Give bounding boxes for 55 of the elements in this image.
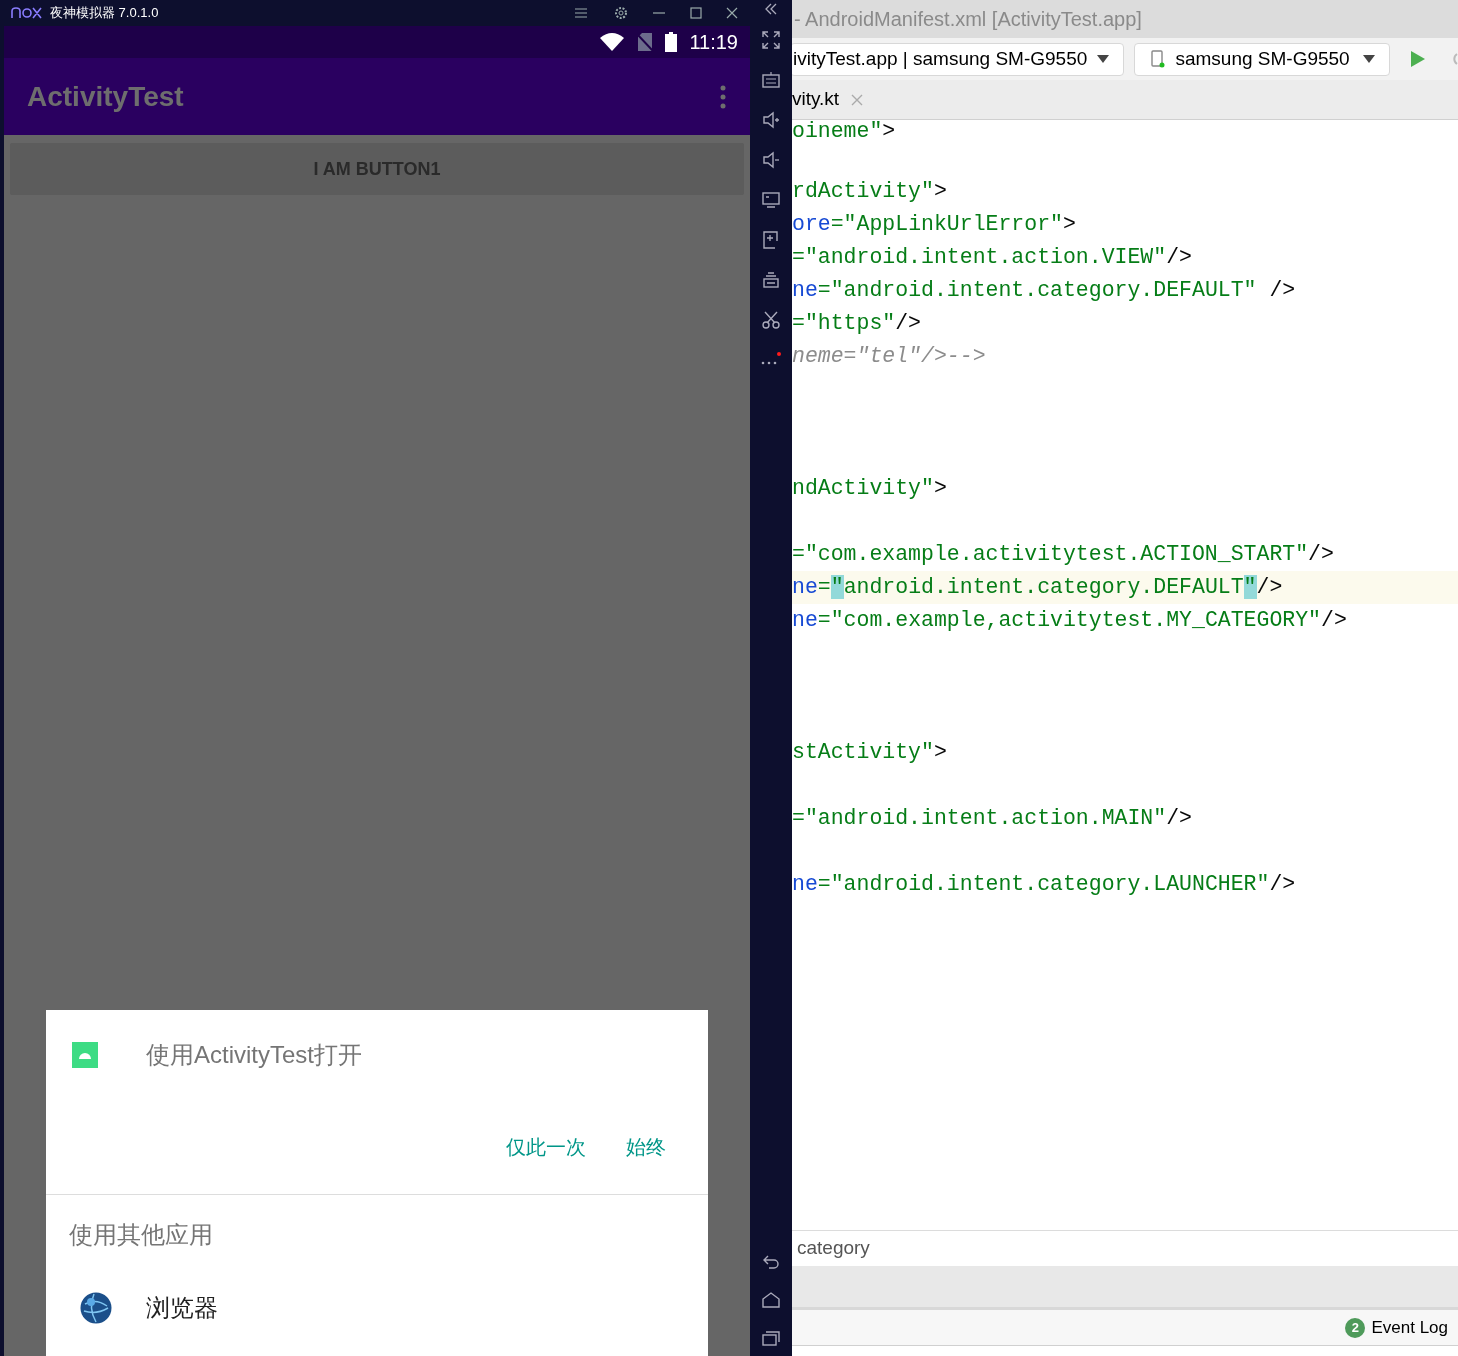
dialog-action-button[interactable]: 始终: [626, 1132, 666, 1162]
monitor-icon[interactable]: [762, 191, 780, 209]
event-log-button[interactable]: 2 Event Log: [1345, 1314, 1448, 1341]
dropdown-arrow-icon: [1363, 55, 1376, 63]
settings-icon[interactable]: [614, 6, 628, 20]
volume-down-icon[interactable]: [762, 151, 780, 169]
code-line: ne="com.example,activitytest.MY_CATEGORY"/>: [792, 607, 1348, 634]
window-title: 夜神模拟器 7.0.1.0: [50, 4, 159, 23]
globe-icon: [80, 1292, 112, 1324]
apk-install-icon[interactable]: [762, 231, 780, 249]
overflow-menu-icon[interactable]: [720, 84, 726, 109]
phone-icon: [1151, 50, 1166, 68]
app-title: ActivityTest: [27, 79, 185, 114]
android-app-icon: [72, 1042, 98, 1068]
code-line: ="android.intent.action.VIEW"/>: [792, 244, 1193, 271]
logo-icon: [10, 7, 42, 19]
search-field[interactable]: category: [797, 1234, 1197, 1263]
dialog-action-button[interactable]: 仅此一次: [506, 1132, 586, 1162]
recent-apps-icon[interactable]: [762, 1330, 780, 1346]
home-icon[interactable]: [762, 1292, 780, 1308]
dropdown-arrow-icon: [1097, 55, 1110, 63]
menu-icon[interactable]: [574, 7, 588, 19]
more-icon[interactable]: [761, 351, 781, 365]
fullscreen-icon[interactable]: [762, 31, 780, 49]
code-line: ="android.intent.action.MAIN"/>: [792, 805, 1193, 832]
close-icon[interactable]: [726, 7, 738, 19]
code-line: ="https"/>: [792, 310, 923, 337]
window-title: - AndroidManifest.xml [ActivityTest.app]: [794, 7, 1142, 32]
volume-up-icon[interactable]: [762, 111, 780, 129]
code-line: rdActivity">: [792, 178, 948, 205]
dialog-title: 使用ActivityTest打开: [146, 1040, 363, 1070]
run-configuration-dropdown[interactable]: ivityTest.app | samsung SM-G9550: [792, 42, 1125, 76]
clock: 11:19: [689, 30, 738, 55]
editor-tab[interactable]: vity.kt: [792, 80, 870, 119]
no-sim-icon: [637, 32, 654, 52]
app-list-item[interactable]: 浏览器: [46, 1270, 708, 1346]
collapse-icon[interactable]: [764, 3, 778, 15]
battery-icon: [665, 32, 678, 52]
device-dropdown[interactable]: samsung SM-G9550: [1134, 42, 1391, 76]
code-line: ndActivity">: [792, 475, 948, 502]
back-icon[interactable]: [762, 1254, 780, 1270]
code-line: ore="AppLinkUrlError">: [792, 211, 1077, 238]
code-line: oineme">: [792, 120, 897, 142]
section-heading: 使用其他应用: [69, 1221, 213, 1248]
stack-icon[interactable]: [762, 271, 780, 289]
wifi-icon: [599, 32, 626, 52]
code-line: ="com.example.activitytest.ACTION_START"/>: [792, 541, 1335, 568]
code-line: neme="tel"/>-->: [792, 343, 987, 370]
notification-count-badge: 2: [1345, 1317, 1366, 1338]
code-line: ne="android.intent.category.DEFAULT" />: [792, 277, 1297, 304]
code-line: ne="android.intent.category.LAUNCHER"/>: [792, 871, 1297, 898]
keyboard-icon[interactable]: [762, 71, 780, 89]
maximize-icon[interactable]: [690, 7, 702, 19]
code-line: stActivity">: [792, 739, 948, 766]
scissors-icon[interactable]: [762, 311, 780, 329]
